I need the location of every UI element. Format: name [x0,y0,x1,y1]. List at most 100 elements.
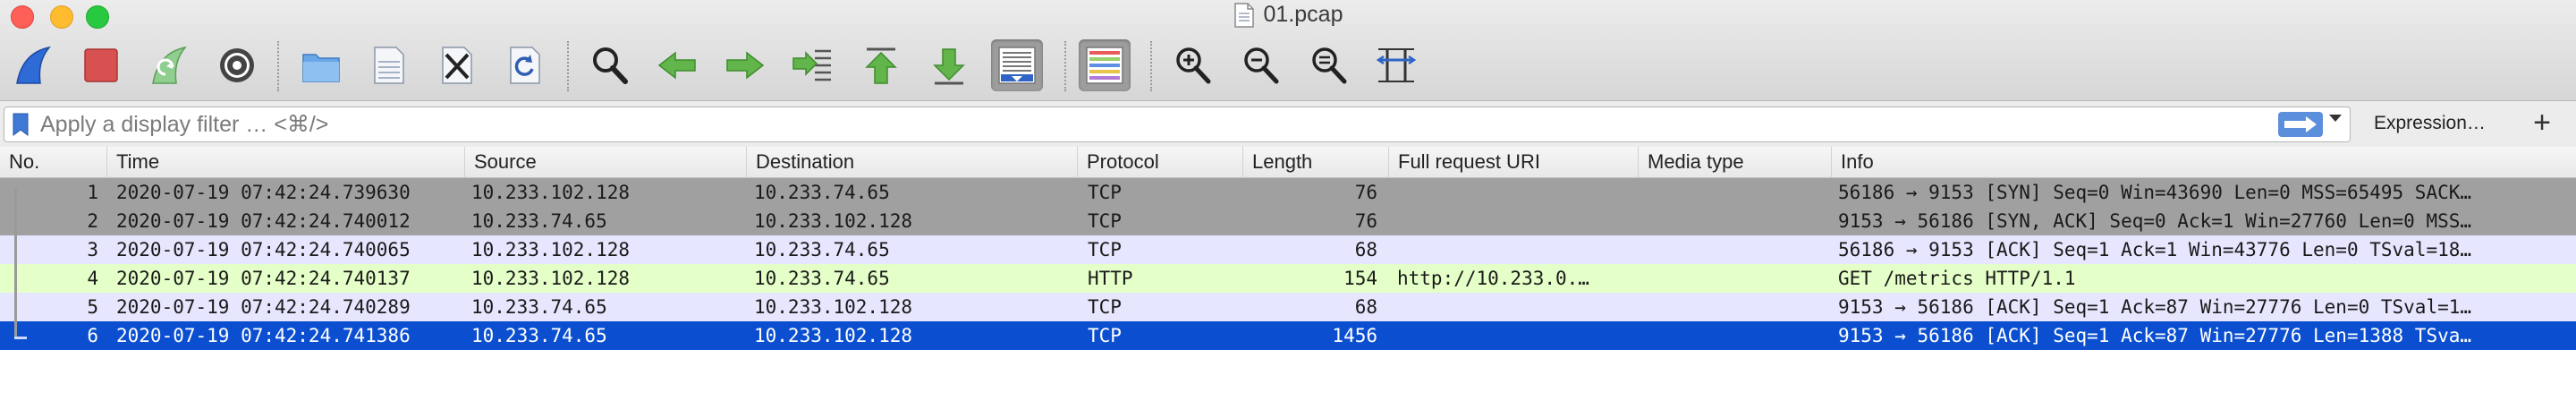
stop-capture-icon[interactable] [75,39,127,91]
chevron-down-icon [2329,115,2342,122]
packet-no: 1 [87,182,98,203]
colorize-icon[interactable] [1079,39,1131,91]
go-to-packet-icon[interactable] [787,39,839,91]
packet-destination: 10.233.102.128 [754,296,913,318]
packet-row[interactable]: 4 2020-07-19 07:42:24.740137 10.233.102.… [0,264,2576,293]
open-file-icon[interactable] [295,39,347,91]
packet-info: 9153 → 56186 [SYN, ACK] Seq=0 Ack=1 Win=… [1838,210,2472,232]
go-first-icon[interactable] [855,39,907,91]
restart-capture-icon[interactable] [143,39,195,91]
filter-bookmark-icon[interactable] [12,113,30,141]
packet-uri [1397,235,1631,264]
packet-time: 2020-07-19 07:42:24.740065 [116,239,411,260]
display-filter-field [4,107,2351,142]
packet-destination: 10.233.102.128 [754,325,913,346]
title-bar: 01.pcap [0,0,2576,32]
packet-media-type [1646,321,1825,350]
packet-destination: 10.233.74.65 [754,268,890,289]
go-last-icon[interactable] [923,39,975,91]
packet-row[interactable]: 6 2020-07-19 07:42:24.741386 10.233.74.6… [0,321,2576,350]
find-packet-icon[interactable] [583,39,635,91]
packet-length: 1456 [1332,325,1377,346]
zoom-in-icon[interactable] [1166,39,1218,91]
capture-options-icon[interactable] [211,39,263,91]
packet-uri: http://10.233.0.… [1397,268,1589,289]
packet-length: 76 [1354,210,1377,232]
packet-length: 68 [1354,296,1377,318]
packet-destination: 10.233.74.65 [754,239,890,260]
packet-source: 10.233.74.65 [471,210,607,232]
normal-size-icon[interactable] [1302,39,1354,91]
column-header-time[interactable]: Time [107,147,465,177]
expression-button[interactable]: Expression… [2360,110,2500,137]
start-capture-icon[interactable] [7,39,59,91]
packet-protocol: TCP [1088,239,1122,260]
packet-no: 2 [87,210,98,232]
packet-uri [1397,207,1631,235]
conversation-tree-line [14,189,17,339]
packet-time: 2020-07-19 07:42:24.740289 [116,296,411,318]
packet-row[interactable]: 3 2020-07-19 07:42:24.740065 10.233.102.… [0,235,2576,264]
packet-protocol: HTTP [1088,268,1133,289]
document-icon [1233,2,1255,28]
toolbar-separator [1150,41,1152,91]
packet-no: 5 [87,296,98,318]
window-title: 01.pcap [1263,2,1343,27]
packet-protocol: TCP [1088,182,1122,203]
toolbar-separator [1064,41,1066,91]
column-header-source[interactable]: Source [465,147,747,177]
resize-columns-icon[interactable] [1370,39,1422,91]
packet-info: 56186 → 9153 [SYN] Seq=0 Win=43690 Len=0… [1838,182,2472,203]
packet-source: 10.233.102.128 [471,239,631,260]
column-header-media-type[interactable]: Media type [1639,147,1832,177]
column-header-no[interactable]: No. [0,147,107,177]
packet-row[interactable]: 2 2020-07-19 07:42:24.740012 10.233.74.6… [0,207,2576,235]
recent-filters-dropdown[interactable] [2326,107,2345,130]
packet-no: 6 [87,325,98,346]
packet-row[interactable]: 1 2020-07-19 07:42:24.739630 10.233.102.… [0,178,2576,207]
conversation-tree-end [14,337,27,339]
packet-source: 10.233.74.65 [471,296,607,318]
packet-length: 154 [1343,268,1377,289]
column-header-protocol[interactable]: Protocol [1078,147,1243,177]
add-filter-button[interactable]: + [2524,107,2560,139]
apply-filter-button[interactable] [2278,112,2323,137]
packet-no: 3 [87,239,98,260]
packet-length: 76 [1354,182,1377,203]
window-chrome: 01.pcap [0,0,2576,101]
packet-media-type [1646,235,1825,264]
zoom-out-icon[interactable] [1234,39,1286,91]
packet-info: 9153 → 56186 [ACK] Seq=1 Ack=87 Win=2777… [1838,325,2472,346]
packet-source: 10.233.102.128 [471,182,631,203]
packet-info: 9153 → 56186 [ACK] Seq=1 Ack=87 Win=2777… [1838,296,2472,318]
packet-destination: 10.233.102.128 [754,210,913,232]
packet-protocol: TCP [1088,210,1122,232]
close-file-icon[interactable] [431,39,483,91]
packet-source: 10.233.102.128 [471,268,631,289]
toolbar-separator [277,41,279,91]
arrow-right-icon [2284,116,2317,132]
packet-info: 56186 → 9153 [ACK] Seq=1 Ack=1 Win=43776… [1838,239,2472,260]
column-header-destination[interactable]: Destination [747,147,1078,177]
column-header-length[interactable]: Length [1243,147,1389,177]
packet-source: 10.233.74.65 [471,325,607,346]
packet-uri [1397,321,1631,350]
packet-no: 4 [87,268,98,289]
display-filter-input[interactable] [38,109,2260,140]
packet-protocol: TCP [1088,325,1122,346]
packet-media-type [1646,293,1825,321]
packet-media-type [1646,178,1825,207]
packet-media-type [1646,264,1825,293]
column-header-info[interactable]: Info [1832,147,2576,177]
packet-info: GET /metrics HTTP/1.1 [1838,268,2076,289]
save-file-icon[interactable] [363,39,415,91]
column-header-full-request-uri[interactable]: Full request URI [1389,147,1639,177]
autoscroll-icon[interactable] [991,39,1043,91]
packet-length: 68 [1354,239,1377,260]
packet-list-header: No. Time Source Destination Protocol Len… [0,147,2576,178]
reload-file-icon[interactable] [499,39,551,91]
go-forward-icon[interactable] [719,39,771,91]
packet-media-type [1646,207,1825,235]
go-back-icon[interactable] [651,39,703,91]
packet-row[interactable]: 5 2020-07-19 07:42:24.740289 10.233.74.6… [0,293,2576,321]
